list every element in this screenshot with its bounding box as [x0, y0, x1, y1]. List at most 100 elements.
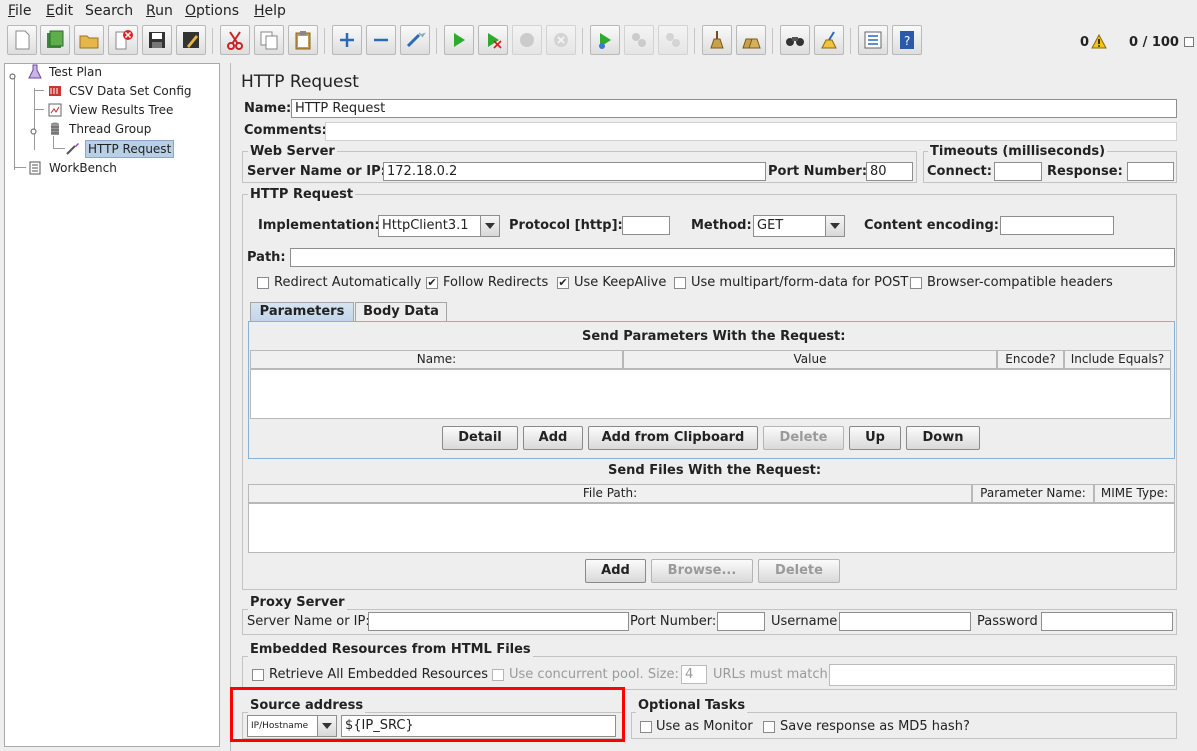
proxy-port-label: Port Number:	[630, 614, 717, 629]
urls-must-match-field[interactable]	[829, 664, 1175, 686]
shutdown-icon	[554, 33, 568, 47]
remote-shutdown-button[interactable]	[658, 25, 688, 55]
retrieve-embedded-label: Retrieve All Embedded Resources	[269, 667, 488, 682]
templates-button[interactable]	[40, 25, 70, 55]
thread-group-expand-handle[interactable]	[29, 125, 38, 135]
tab-body-data[interactable]: Body Data	[355, 302, 447, 321]
search-button[interactable]	[780, 25, 810, 55]
cut-button[interactable]	[220, 25, 250, 55]
tree-item-http-request[interactable]: HTTP Request	[65, 140, 185, 158]
response-timeout-field[interactable]	[1127, 162, 1174, 181]
param-column-value[interactable]: Value	[623, 350, 997, 369]
files-table-body[interactable]	[248, 503, 1175, 553]
menu-search[interactable]: Search	[85, 3, 133, 19]
toggle-wand-icon	[406, 32, 426, 48]
tree-item-workbench[interactable]: WorkBench	[27, 160, 147, 176]
path-label: Path:	[247, 250, 286, 265]
clear-button[interactable]	[702, 25, 732, 55]
server-name-field[interactable]: 172.18.0.2	[383, 162, 766, 181]
save-button[interactable]	[142, 25, 172, 55]
menu-help[interactable]: Help	[254, 3, 286, 19]
param-column-include-equals[interactable]: Include Equals?	[1064, 350, 1171, 369]
connect-label: Connect:	[927, 164, 992, 179]
port-number-field[interactable]: 80	[866, 162, 913, 181]
open-button[interactable]	[74, 25, 104, 55]
collapse-button[interactable]	[366, 25, 396, 55]
menu-file[interactable]: File	[8, 3, 31, 19]
name-field[interactable]: HTTP Request	[291, 99, 1177, 118]
add-file-button[interactable]: Add	[585, 559, 646, 583]
clear-all-button[interactable]	[736, 25, 766, 55]
protocol-label: Protocol [http]:	[509, 218, 623, 233]
menu-edit[interactable]: Edit	[46, 3, 73, 19]
tree-expand-handle[interactable]	[8, 70, 17, 80]
implementation-select[interactable]: HttpClient3.1	[378, 215, 500, 237]
method-select[interactable]: GET	[753, 215, 845, 237]
concurrent-pool-checkbox[interactable]	[492, 669, 504, 681]
multipart-checkbox[interactable]	[674, 277, 686, 289]
warning-icon[interactable]	[1091, 34, 1107, 49]
browser-compatible-checkbox[interactable]	[910, 277, 922, 289]
close-button[interactable]	[108, 25, 138, 55]
tree-item-thread-group[interactable]: Thread Group	[47, 121, 197, 137]
detail-button[interactable]: Detail	[442, 426, 518, 450]
parameters-table-body[interactable]	[250, 369, 1171, 419]
toolbar: ? 0 0 / 100	[0, 22, 1197, 62]
new-button[interactable]	[7, 25, 37, 55]
tree-item-test-plan[interactable]: Test Plan	[27, 64, 147, 80]
retrieve-embedded-checkbox[interactable]	[252, 669, 264, 681]
shutdown-button[interactable]	[546, 25, 576, 55]
copy-button[interactable]	[254, 25, 284, 55]
proxy-username-field[interactable]	[839, 612, 971, 631]
add-parameter-button[interactable]: Add	[523, 426, 583, 450]
remote-stop-button[interactable]	[624, 25, 654, 55]
add-from-clipboard-button[interactable]: Add from Clipboard	[588, 426, 758, 450]
menu-options[interactable]: Options	[185, 3, 239, 19]
paste-button[interactable]	[288, 25, 318, 55]
warning-count: 0	[1080, 35, 1090, 50]
use-as-monitor-checkbox[interactable]	[640, 721, 652, 733]
toggle-button[interactable]	[400, 25, 430, 55]
comments-field[interactable]	[325, 122, 1177, 141]
follow-redirects-checkbox[interactable]: ✔	[426, 277, 438, 289]
file-column-mime-type[interactable]: MIME Type:	[1094, 484, 1175, 503]
down-button[interactable]: Down	[906, 426, 980, 450]
reset-search-button[interactable]	[814, 25, 844, 55]
remote-start-button[interactable]	[590, 25, 620, 55]
function-helper-button[interactable]	[858, 25, 888, 55]
start-no-pauses-button[interactable]	[478, 25, 508, 55]
up-button[interactable]: Up	[849, 426, 901, 450]
proxy-port-field[interactable]	[717, 612, 765, 631]
content-encoding-field[interactable]	[1000, 216, 1114, 235]
delete-file-button[interactable]: Delete	[758, 559, 840, 583]
pool-size-field[interactable]: 4	[681, 665, 707, 684]
start-button[interactable]	[444, 25, 474, 55]
proxy-server-field[interactable]	[368, 612, 629, 631]
expanded-handle-icon	[9, 73, 16, 80]
file-column-parameter-name[interactable]: Parameter Name:	[972, 484, 1094, 503]
param-column-encode[interactable]: Encode?	[997, 350, 1064, 369]
param-column-name[interactable]: Name:	[250, 350, 623, 369]
expand-button[interactable]	[332, 25, 362, 55]
tab-parameters[interactable]: Parameters	[250, 302, 354, 321]
stop-button[interactable]	[512, 25, 542, 55]
proxy-password-field[interactable]	[1041, 612, 1173, 631]
path-field[interactable]	[290, 248, 1175, 267]
tree-item-csv-data-set-config[interactable]: CSV Data Set Config	[47, 83, 197, 99]
redirect-automatically-checkbox[interactable]	[257, 277, 269, 289]
tree-item-view-results-tree[interactable]: View Results Tree	[47, 102, 197, 118]
use-keepalive-checkbox[interactable]: ✔	[557, 277, 569, 289]
multipart-label: Use multipart/form-data for POST	[691, 275, 909, 290]
connect-timeout-field[interactable]	[994, 162, 1042, 181]
send-files-title: Send Files With the Request:	[608, 463, 822, 478]
comments-label: Comments:	[244, 123, 327, 138]
delete-parameter-button[interactable]: Delete	[763, 426, 844, 450]
file-column-path[interactable]: File Path:	[248, 484, 972, 503]
menu-run[interactable]: Run	[146, 3, 173, 19]
save-md5-checkbox[interactable]	[763, 721, 775, 733]
browse-button[interactable]: Browse...	[651, 559, 753, 583]
protocol-field[interactable]	[622, 216, 670, 235]
source-address-highlight	[230, 687, 625, 742]
help-button[interactable]: ?	[892, 25, 922, 55]
save-as-button[interactable]	[176, 25, 206, 55]
